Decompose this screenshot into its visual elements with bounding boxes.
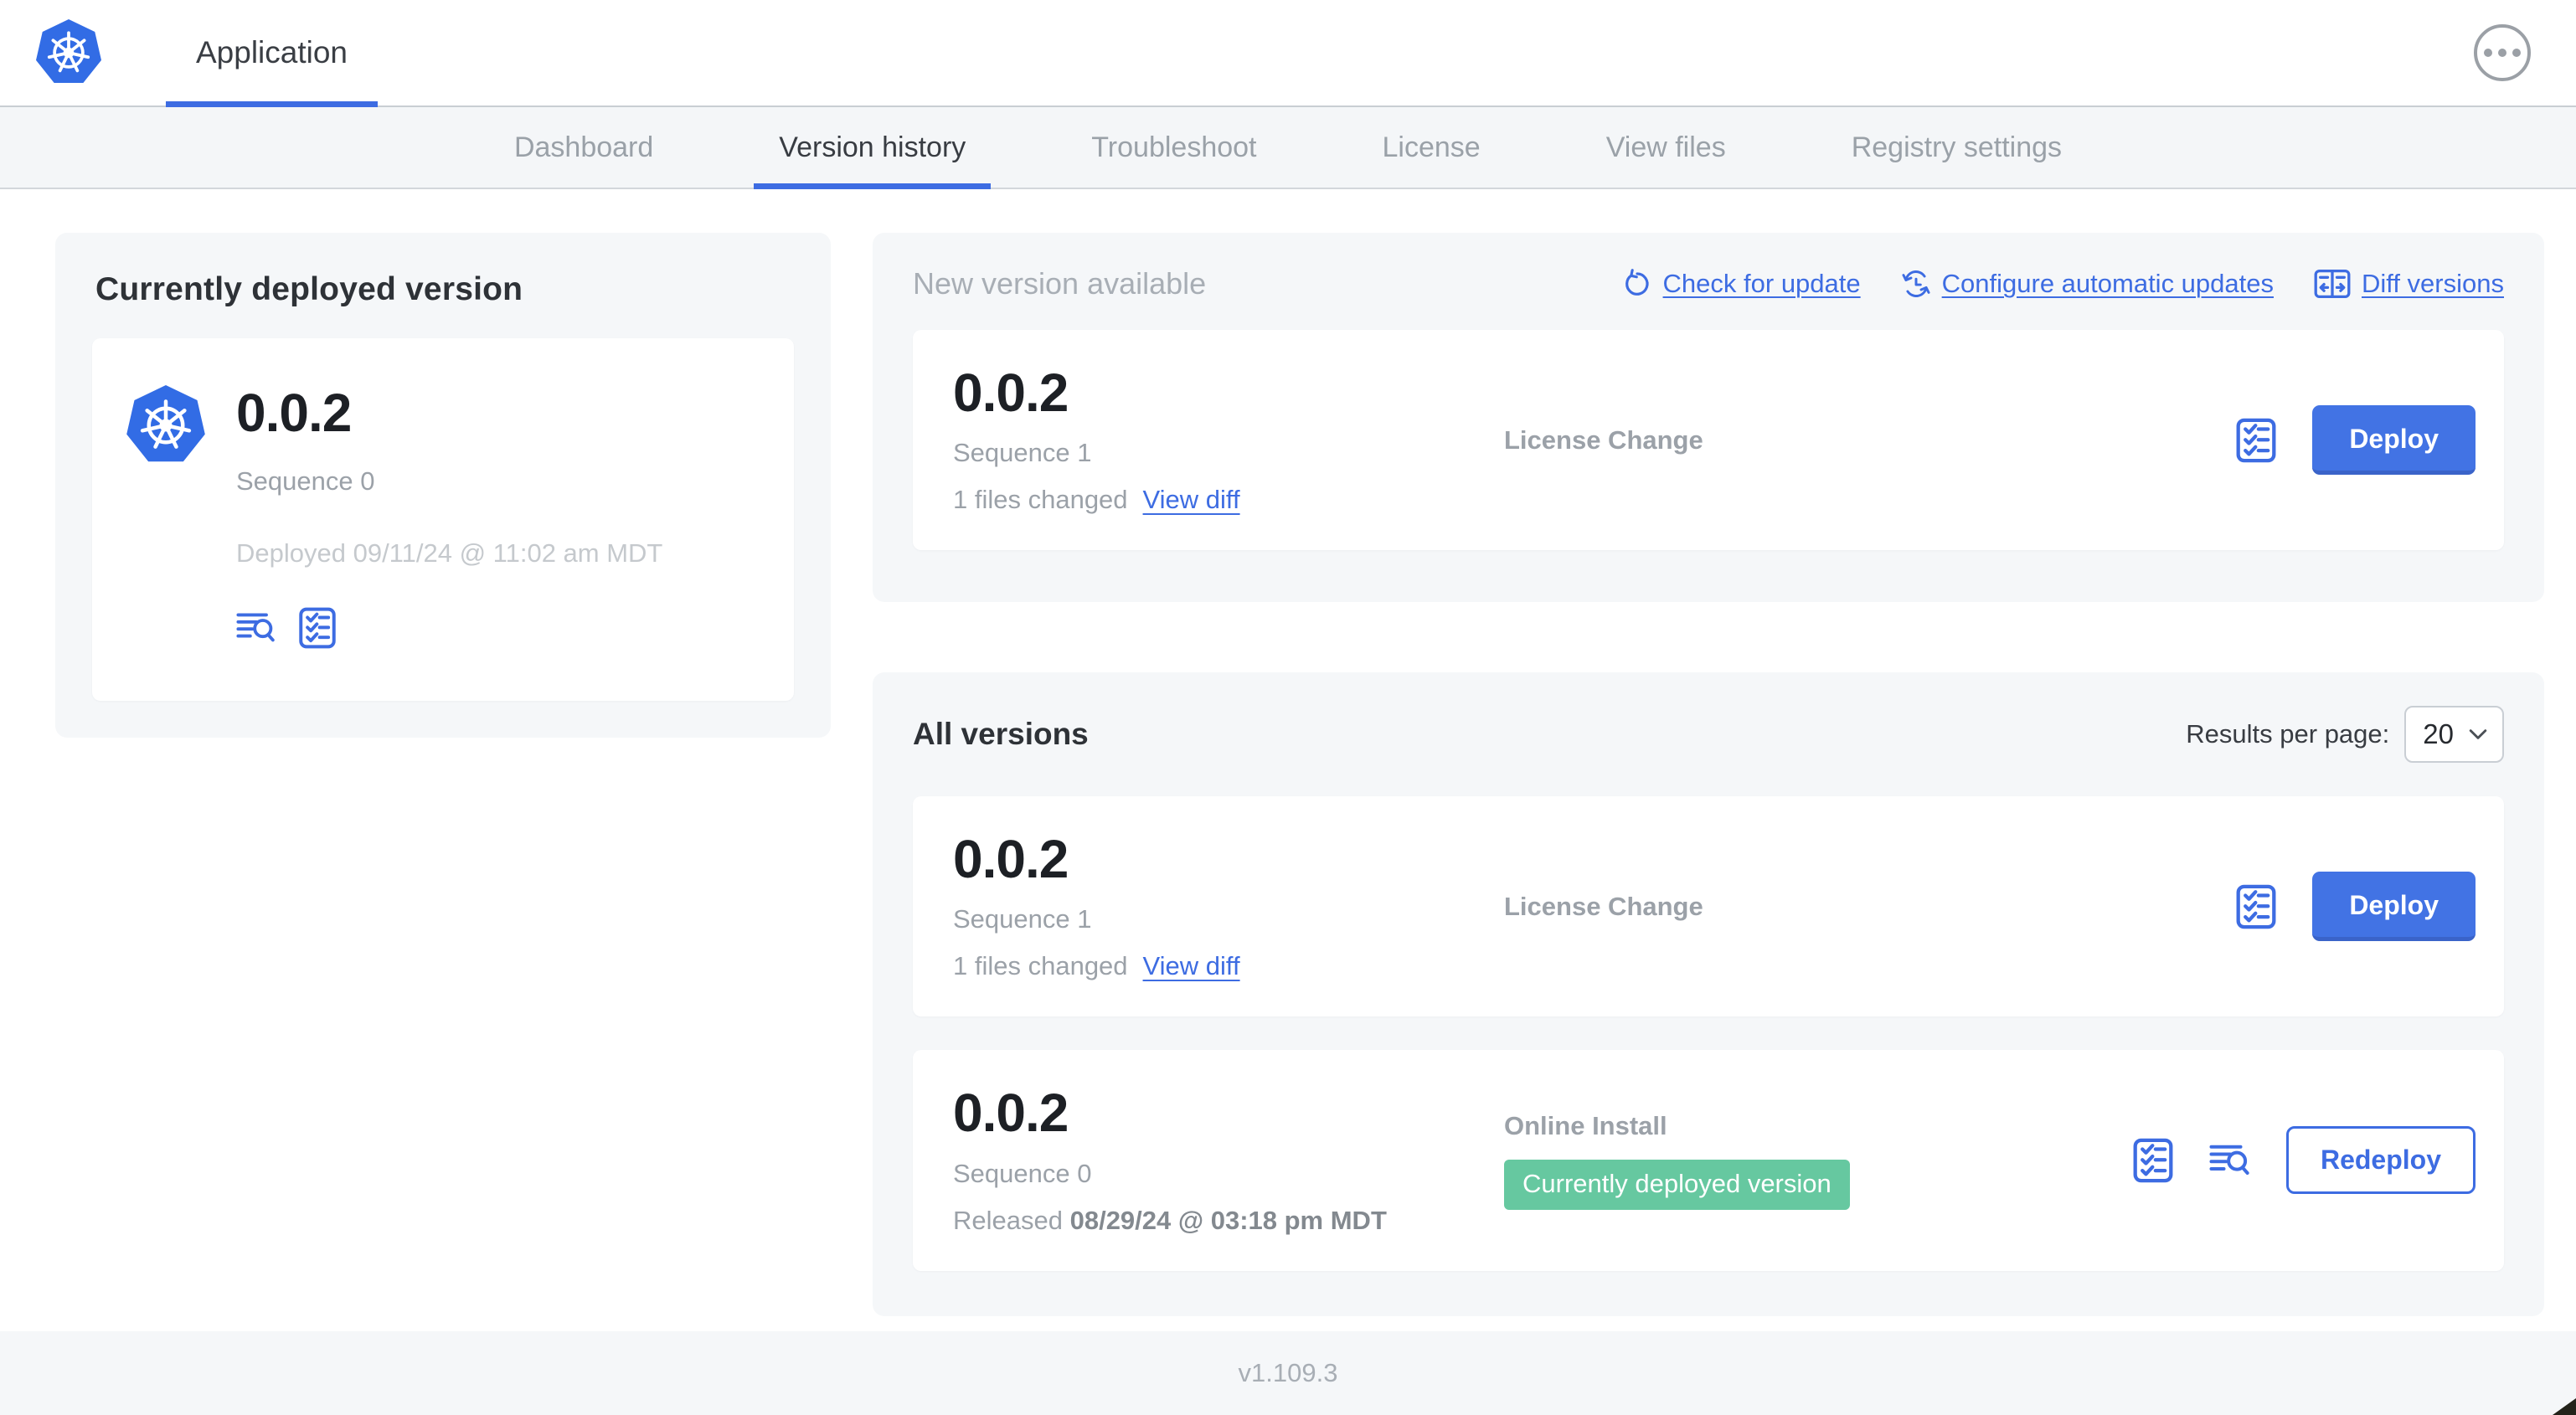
released-timestamp: 08/29/24 @ 03:18 pm MDT (1069, 1205, 1387, 1235)
row-status-label: License Change (1504, 424, 1703, 455)
app-logo (0, 0, 102, 105)
tab-troubleshoot[interactable]: Troubleshoot (1066, 107, 1281, 188)
refresh-icon (1625, 269, 1649, 296)
tab-registry-settings[interactable]: Registry settings (1826, 107, 2087, 188)
row-version-number: 0.0.2 (953, 1083, 1069, 1144)
row-files-changed: 1 files changed (953, 951, 1128, 981)
currently-deployed-badge: Currently deployed version (1504, 1159, 1850, 1210)
version-row-sequence-1: 0.0.2 Sequence 1 1 files changed View dif… (913, 796, 2504, 1017)
kubernetes-logo-icon (35, 19, 102, 85)
row-version-number: 0.0.2 (953, 363, 1069, 423)
main-content: Currently deployed version 0.0.2 Sequenc… (0, 189, 2576, 1331)
app-tab-label: Application (196, 35, 348, 69)
tab-view-files[interactable]: View files (1581, 107, 1751, 188)
all-versions-section: All versions Results per page: 20 0.0.2 … (873, 672, 2544, 1316)
row-files-changed: 1 files changed (953, 485, 1128, 515)
kubernetes-app-icon (126, 385, 206, 466)
results-per-page-label: Results per page: (2186, 719, 2390, 749)
row-sequence: Sequence 1 (953, 438, 1092, 468)
redeploy-button[interactable]: Redeploy (2285, 1126, 2476, 1195)
tab-dashboard[interactable]: Dashboard (489, 107, 678, 188)
auto-update-clock-icon (1902, 270, 1930, 298)
currently-deployed-panel: Currently deployed version 0.0.2 Sequenc… (55, 233, 831, 738)
app-nav-tabs: Dashboard Version history Troubleshoot L… (0, 107, 2576, 189)
config-checklist-icon[interactable] (2235, 418, 2277, 463)
new-version-title: New version available (913, 266, 1207, 301)
config-checklist-icon[interactable] (298, 607, 337, 649)
ellipsis-icon (2484, 49, 2492, 57)
row-version-number: 0.0.2 (953, 829, 1069, 890)
all-versions-title: All versions (913, 717, 1089, 752)
overflow-menu-button[interactable] (2474, 24, 2531, 81)
deploy-button[interactable]: Deploy (2312, 405, 2476, 476)
console-version: v1.109.3 (1238, 1358, 1338, 1387)
tab-license[interactable]: License (1358, 107, 1506, 188)
row-status-label: Online Install (1504, 1110, 1667, 1140)
app-tab-application[interactable]: Application (166, 0, 379, 107)
deploy-logs-icon[interactable] (236, 610, 276, 646)
configure-automatic-updates-link[interactable]: Configure automatic updates (1901, 269, 2274, 299)
deployed-version-number: 0.0.2 (236, 383, 352, 443)
diff-icon (2314, 269, 2351, 299)
deployed-sequence: Sequence 0 (236, 466, 375, 497)
diff-versions-link[interactable]: Diff versions (2314, 269, 2504, 299)
new-version-row: 0.0.2 Sequence 1 1 files changed View dif… (913, 330, 2504, 551)
row-sequence: Sequence 0 (953, 1158, 1092, 1188)
version-row-sequence-0: 0.0.2 Sequence 0 Released 08/29/24 @ 03:… (913, 1050, 2504, 1271)
tab-version-history[interactable]: Version history (754, 107, 992, 189)
cursor-artifact (2553, 1398, 2576, 1415)
config-checklist-icon[interactable] (2132, 1138, 2174, 1183)
row-sequence: Sequence 1 (953, 904, 1092, 934)
deploy-logs-icon[interactable] (2209, 1142, 2251, 1179)
deploy-button[interactable]: Deploy (2312, 872, 2476, 942)
new-version-section: New version available Check for update C… (873, 233, 2544, 603)
check-for-update-link[interactable]: Check for update (1622, 269, 1861, 299)
currently-deployed-title: Currently deployed version (95, 271, 523, 307)
chevron-down-icon (2469, 729, 2487, 740)
currently-deployed-card: 0.0.2 Sequence 0 Deployed 09/11/24 @ 11:… (92, 338, 794, 702)
results-per-page-select[interactable]: 20 (2404, 706, 2504, 764)
row-released-line: Released 08/29/24 @ 03:18 pm MDT (953, 1205, 1387, 1235)
deployed-timestamp: Deployed 09/11/24 @ 11:02 am MDT (236, 538, 663, 569)
app-header: Application (0, 0, 2576, 107)
header-spacer (378, 0, 2474, 105)
row-status-label: License Change (1504, 891, 1703, 921)
app-footer: v1.109.3 (0, 1331, 2576, 1415)
config-checklist-icon[interactable] (2235, 884, 2277, 929)
view-diff-link[interactable]: View diff (1143, 485, 1240, 514)
view-diff-link[interactable]: View diff (1143, 951, 1240, 980)
